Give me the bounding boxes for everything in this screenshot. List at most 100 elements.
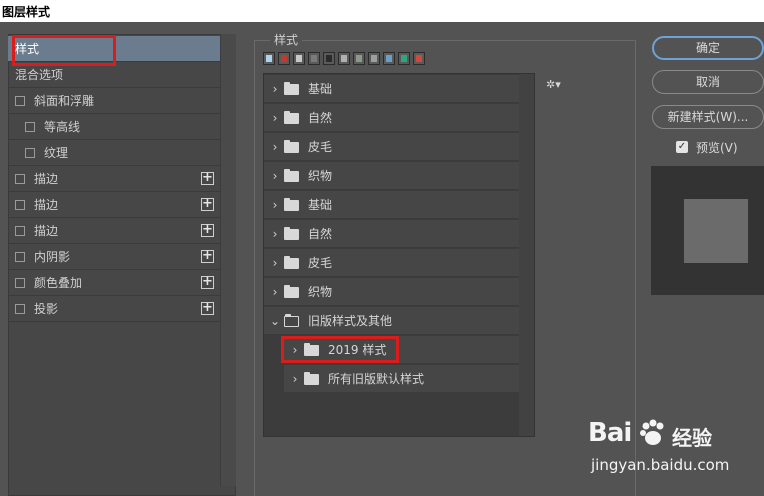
add-effect-icon[interactable]: + <box>201 301 214 315</box>
effect-item[interactable]: 内阴影 + <box>8 244 220 270</box>
effect-item[interactable]: 等高线 <box>8 114 220 140</box>
effect-checkbox[interactable] <box>15 278 25 288</box>
style-swatch-color <box>341 55 347 62</box>
folder-icon <box>304 372 319 385</box>
style-folder-label: 2019 样式 <box>328 343 387 357</box>
ok-button[interactable]: 确定 <box>652 36 764 60</box>
effect-item[interactable]: 颜色叠加 + <box>8 270 220 296</box>
style-folder-row[interactable]: › 基础 <box>264 75 519 103</box>
effect-item[interactable]: 混合选项 <box>8 62 220 88</box>
style-swatch[interactable] <box>308 52 320 65</box>
style-folder-row[interactable]: › 皮毛 <box>264 249 519 277</box>
style-swatch[interactable] <box>293 52 305 65</box>
add-effect-icon[interactable]: + <box>201 197 214 211</box>
effect-label: 混合选项 <box>15 68 64 82</box>
watermark-url: jingyan.baidu.com <box>591 456 730 474</box>
cancel-button[interactable]: 取消 <box>652 70 764 94</box>
add-effect-icon[interactable]: + <box>201 223 214 237</box>
effect-item[interactable]: 描边 + <box>8 166 220 192</box>
effect-item[interactable]: 投影 + <box>8 296 220 322</box>
folder-icon <box>284 285 299 298</box>
add-effect-icon[interactable]: + <box>201 171 214 185</box>
effect-item[interactable]: 描边 + <box>8 192 220 218</box>
style-folder-row[interactable]: › 自然 <box>264 220 519 248</box>
folder-icon <box>284 256 299 269</box>
chevron-right-icon[interactable]: › <box>270 278 280 306</box>
chevron-right-icon[interactable]: › <box>270 249 280 277</box>
effect-item[interactable]: 描边 + <box>8 218 220 244</box>
preview-sample-square <box>684 199 748 263</box>
chevron-right-icon[interactable]: › <box>270 133 280 161</box>
effect-label: 等高线 <box>44 120 81 134</box>
chevron-right-icon[interactable]: › <box>270 104 280 132</box>
chevron-right-icon[interactable]: › <box>270 220 280 248</box>
effect-label: 纹理 <box>44 146 69 160</box>
gear-icon[interactable]: ✲▾ <box>546 78 561 91</box>
effect-label: 投影 <box>34 302 59 316</box>
style-subfolder-row[interactable]: › 所有旧版默认样式 <box>284 365 519 393</box>
effect-item[interactable]: 纹理 <box>8 140 220 166</box>
style-swatch[interactable] <box>338 52 350 65</box>
style-folder-row[interactable]: › 基础 <box>264 191 519 219</box>
style-folder-label: 自然 <box>308 111 333 125</box>
style-swatch[interactable] <box>368 52 380 65</box>
style-folder-label: 旧版样式及其他 <box>308 314 393 328</box>
style-folder-row[interactable]: › 皮毛 <box>264 133 519 161</box>
styles-tree-scrollbar[interactable] <box>519 74 534 436</box>
add-effect-icon[interactable]: + <box>201 249 214 263</box>
chevron-right-icon[interactable]: › <box>290 336 300 364</box>
style-swatch[interactable] <box>398 52 410 65</box>
add-effect-icon[interactable]: + <box>201 275 214 289</box>
chevron-down-icon[interactable]: ⌄ <box>270 307 280 335</box>
effect-label: 内阴影 <box>34 250 71 264</box>
watermark-logo: Bai <box>588 418 632 448</box>
style-folder-label: 基础 <box>308 198 333 212</box>
effect-label: 斜面和浮雕 <box>34 94 95 108</box>
style-swatch[interactable] <box>353 52 365 65</box>
effects-list-scrollbar[interactable] <box>220 34 236 486</box>
effect-checkbox[interactable] <box>25 122 35 132</box>
effect-label: 颜色叠加 <box>34 276 83 290</box>
effect-item[interactable]: 斜面和浮雕 <box>8 88 220 114</box>
folder-icon <box>284 82 299 95</box>
chevron-right-icon[interactable]: › <box>290 365 300 393</box>
new-style-button[interactable]: 新建样式(W)... <box>652 105 764 129</box>
effect-checkbox[interactable] <box>15 226 25 236</box>
effect-checkbox[interactable] <box>15 200 25 210</box>
style-swatch[interactable] <box>263 52 275 65</box>
effect-checkbox[interactable] <box>15 304 25 314</box>
chevron-right-icon[interactable]: › <box>270 75 280 103</box>
folder-open-icon <box>284 314 299 327</box>
folder-icon <box>284 169 299 182</box>
style-swatch-color <box>356 55 362 62</box>
style-swatch-color <box>401 55 407 62</box>
effect-checkbox[interactable] <box>15 174 25 184</box>
style-folder-row[interactable]: › 织物 <box>264 278 519 306</box>
style-swatch[interactable] <box>278 52 290 65</box>
effect-checkbox[interactable] <box>15 252 25 262</box>
style-subfolder-row[interactable]: › 2019 样式 <box>284 336 519 364</box>
effect-item[interactable]: 样式 <box>8 36 220 62</box>
style-swatch-color <box>296 55 302 62</box>
folder-icon <box>284 111 299 124</box>
effect-checkbox[interactable] <box>25 148 35 158</box>
style-swatch-color <box>266 55 272 62</box>
styles-group-label: 样式 <box>270 31 303 48</box>
preview-checkbox[interactable]: ✓ <box>676 141 688 153</box>
style-folder-row[interactable]: › 自然 <box>264 104 519 132</box>
folder-icon <box>284 198 299 211</box>
chevron-right-icon[interactable]: › <box>270 191 280 219</box>
style-swatch[interactable] <box>413 52 425 65</box>
style-folder-label: 自然 <box>308 227 333 241</box>
window-title: 图层样式 <box>0 0 764 22</box>
folder-icon <box>284 227 299 240</box>
chevron-right-icon[interactable]: › <box>270 162 280 190</box>
style-swatch[interactable] <box>323 52 335 65</box>
style-swatch-color <box>281 55 287 62</box>
style-swatch[interactable] <box>383 52 395 65</box>
style-folder-row[interactable]: › 织物 <box>264 162 519 190</box>
watermark-suffix: 经验 <box>672 426 712 450</box>
effect-checkbox[interactable] <box>15 96 25 106</box>
style-swatch-color <box>416 55 422 62</box>
style-folder-row[interactable]: ⌄ 旧版样式及其他 <box>264 307 519 335</box>
